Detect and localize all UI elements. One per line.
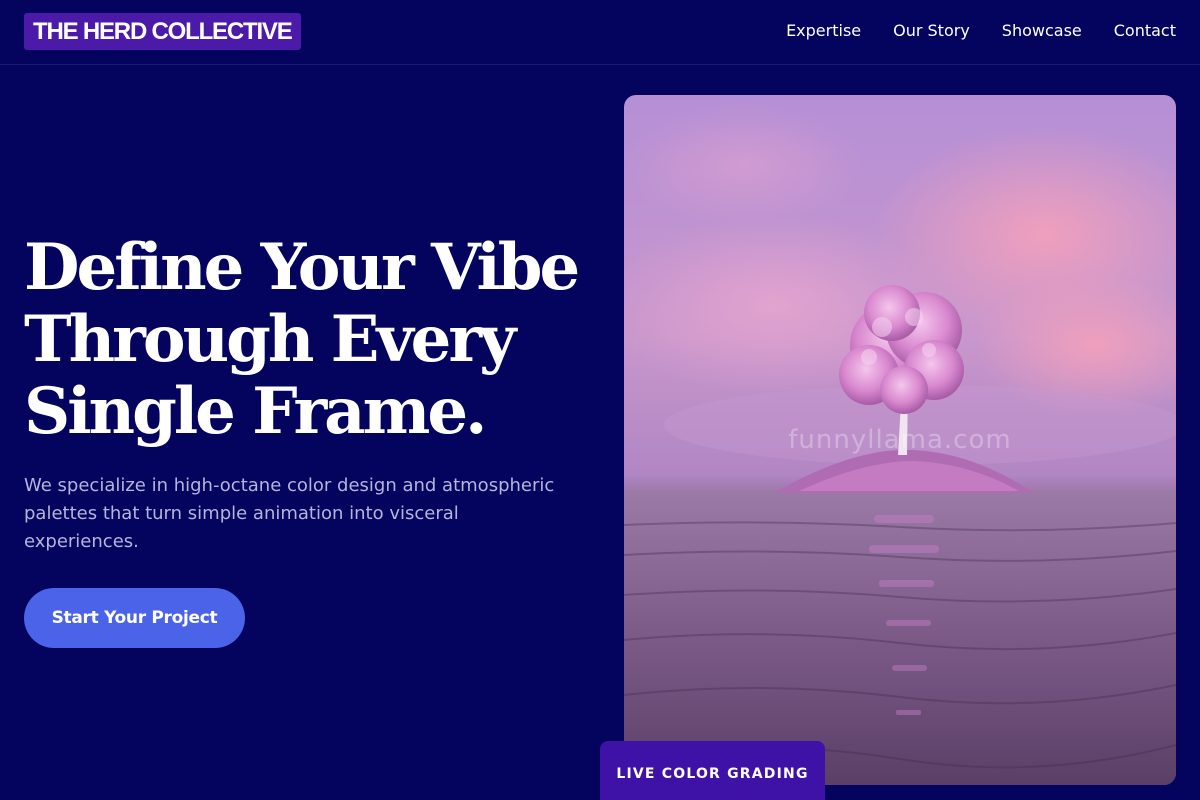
nav-link-contact[interactable]: Contact (1114, 20, 1176, 42)
hero-subtext: We specialize in high-octane color desig… (24, 475, 555, 552)
hero-headline-line-1: Define Your Vibe (24, 230, 580, 305)
main-nav: Expertise Our Story Showcase Contact (786, 20, 1176, 42)
hero-headline-line-3: Single Frame. (24, 374, 487, 449)
live-color-grading-badge: LIVE COLOR GRADING (600, 741, 825, 800)
hero-headline: Define Your Vibe Through Every Single Fr… (24, 232, 604, 448)
nav-link-our-story[interactable]: Our Story (893, 20, 970, 42)
hero-headline-line-2: Through Every (24, 302, 516, 377)
hero-image: funnyllama.com (624, 95, 1176, 785)
brand-logo[interactable]: THE HERD COLLECTIVE (24, 13, 301, 50)
nav-link-expertise[interactable]: Expertise (786, 20, 861, 42)
nav-link-showcase[interactable]: Showcase (1002, 20, 1082, 42)
image-watermark: funnyllama.com (788, 425, 1012, 455)
start-project-button[interactable]: Start Your Project (24, 588, 245, 648)
site-header: THE HERD COLLECTIVE Expertise Our Story … (0, 0, 1200, 65)
